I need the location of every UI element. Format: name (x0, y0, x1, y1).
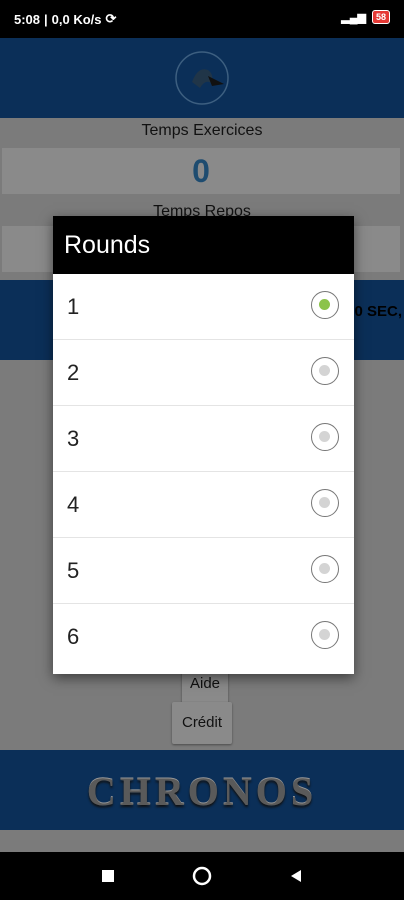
option-label: 6 (67, 624, 80, 649)
back-icon[interactable] (288, 868, 304, 884)
home-icon[interactable] (192, 866, 212, 886)
radio-icon[interactable] (311, 621, 339, 649)
radio-icon[interactable] (311, 555, 339, 583)
radio-icon[interactable] (311, 291, 339, 319)
dialog-title: Rounds (53, 216, 354, 274)
label-exercises: Temps Exercices (141, 122, 263, 139)
option-label: 3 (67, 426, 80, 451)
logo-icon (175, 51, 229, 105)
option-4[interactable]: 4 (53, 472, 354, 538)
status-left: 5:08 | 0,0 Ko/s ⟳ (14, 11, 117, 27)
radio-icon[interactable] (311, 423, 339, 451)
option-2[interactable]: 2 (53, 340, 354, 406)
status-bar: 5:08 | 0,0 Ko/s ⟳ ▂▄▆ 58 (0, 0, 404, 38)
value-exercises[interactable]: 0 (2, 148, 400, 194)
option-label: 4 (67, 492, 80, 517)
rounds-dialog: Rounds 1 2 3 4 5 6 (53, 216, 354, 674)
option-5[interactable]: 5 (53, 538, 354, 604)
option-label: 1 (67, 294, 80, 319)
credit-button[interactable]: Crédit (172, 702, 232, 744)
radio-icon[interactable] (311, 357, 339, 385)
sync-icon: ⟳ (105, 11, 117, 26)
signal-icon: ▂▄▆ (341, 11, 366, 24)
navigation-bar (0, 852, 404, 900)
radio-icon[interactable] (311, 489, 339, 517)
option-label: 2 (67, 360, 80, 385)
header-bar (0, 38, 404, 118)
battery-icon: 58 (371, 10, 390, 24)
option-3[interactable]: 3 (53, 406, 354, 472)
status-right: ▂▄▆ 58 (341, 10, 390, 24)
chronos-title: CHRONOS (86, 769, 318, 814)
option-6[interactable]: 6 (53, 604, 354, 670)
option-label: 5 (67, 558, 80, 583)
status-speed: 0,0 Ko/s (51, 11, 102, 27)
status-time: 5:08 (14, 11, 41, 27)
recents-icon[interactable] (100, 868, 116, 884)
option-1[interactable]: 1 (53, 274, 354, 340)
strip-text: 0 SEC, (354, 303, 402, 320)
